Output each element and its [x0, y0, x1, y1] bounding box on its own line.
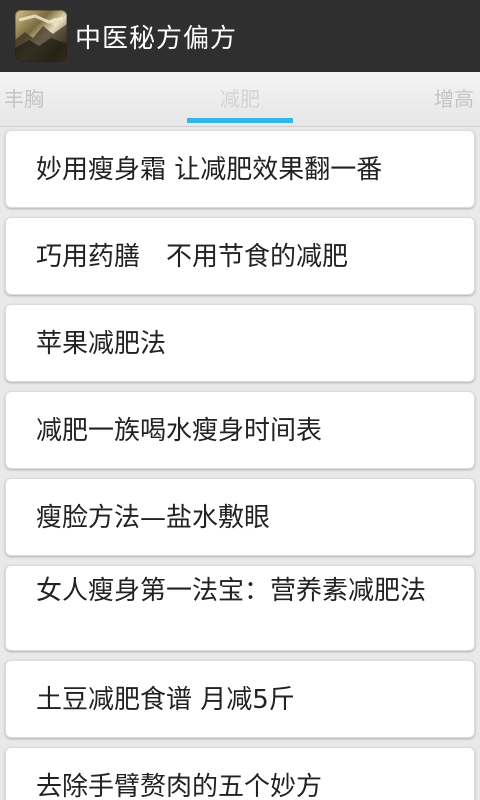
- app-title: 中医秘方偏方: [75, 23, 238, 54]
- app-screen: 中医秘方偏方 丰胸 减肥 增高 妙用瘦身霜 让减肥效果翻一番 巧用药膳 不用节食…: [0, 0, 480, 800]
- list-item[interactable]: 苹果减肥法: [5, 304, 475, 382]
- action-bar: 中医秘方偏方: [0, 0, 480, 72]
- tab-height-increase[interactable]: 增高: [434, 72, 474, 122]
- list-item-title: 妙用瘦身霜 让减肥效果翻一番: [36, 155, 383, 185]
- list-item[interactable]: 去除手臂赘肉的五个妙方: [5, 747, 475, 800]
- app-logo-icon[interactable]: [15, 10, 67, 62]
- list-item-title: 巧用药膳 不用节食的减肥: [36, 242, 349, 272]
- list-item-title: 去除手臂赘肉的五个妙方: [36, 772, 323, 800]
- list-item[interactable]: 瘦脸方法—盐水敷眼: [5, 478, 475, 556]
- list-item-title: 土豆减肥食谱 月减5斤: [36, 685, 295, 715]
- list-item[interactable]: 巧用药膳 不用节食的减肥: [5, 217, 475, 295]
- tab-weight-loss[interactable]: 减肥: [187, 72, 293, 122]
- list-item-title: 苹果减肥法: [36, 329, 167, 359]
- list-item-title: 减肥一族喝水瘦身时间表: [36, 416, 323, 446]
- list-item[interactable]: 妙用瘦身霜 让减肥效果翻一番: [5, 130, 475, 208]
- list-item[interactable]: 减肥一族喝水瘦身时间表: [5, 391, 475, 469]
- list-item[interactable]: 女人瘦身第一法宝：营养素减肥法: [5, 565, 475, 651]
- list-item-title: 瘦脸方法—盐水敷眼: [36, 503, 271, 533]
- tab-bar: 丰胸 减肥 增高: [0, 72, 480, 127]
- list-item-title: 女人瘦身第一法宝：营养素减肥法: [36, 576, 427, 606]
- tab-breast-enhancement[interactable]: 丰胸: [4, 72, 44, 122]
- list-item[interactable]: 土豆减肥食谱 月减5斤: [5, 660, 475, 738]
- tab-selected-indicator: [187, 118, 293, 123]
